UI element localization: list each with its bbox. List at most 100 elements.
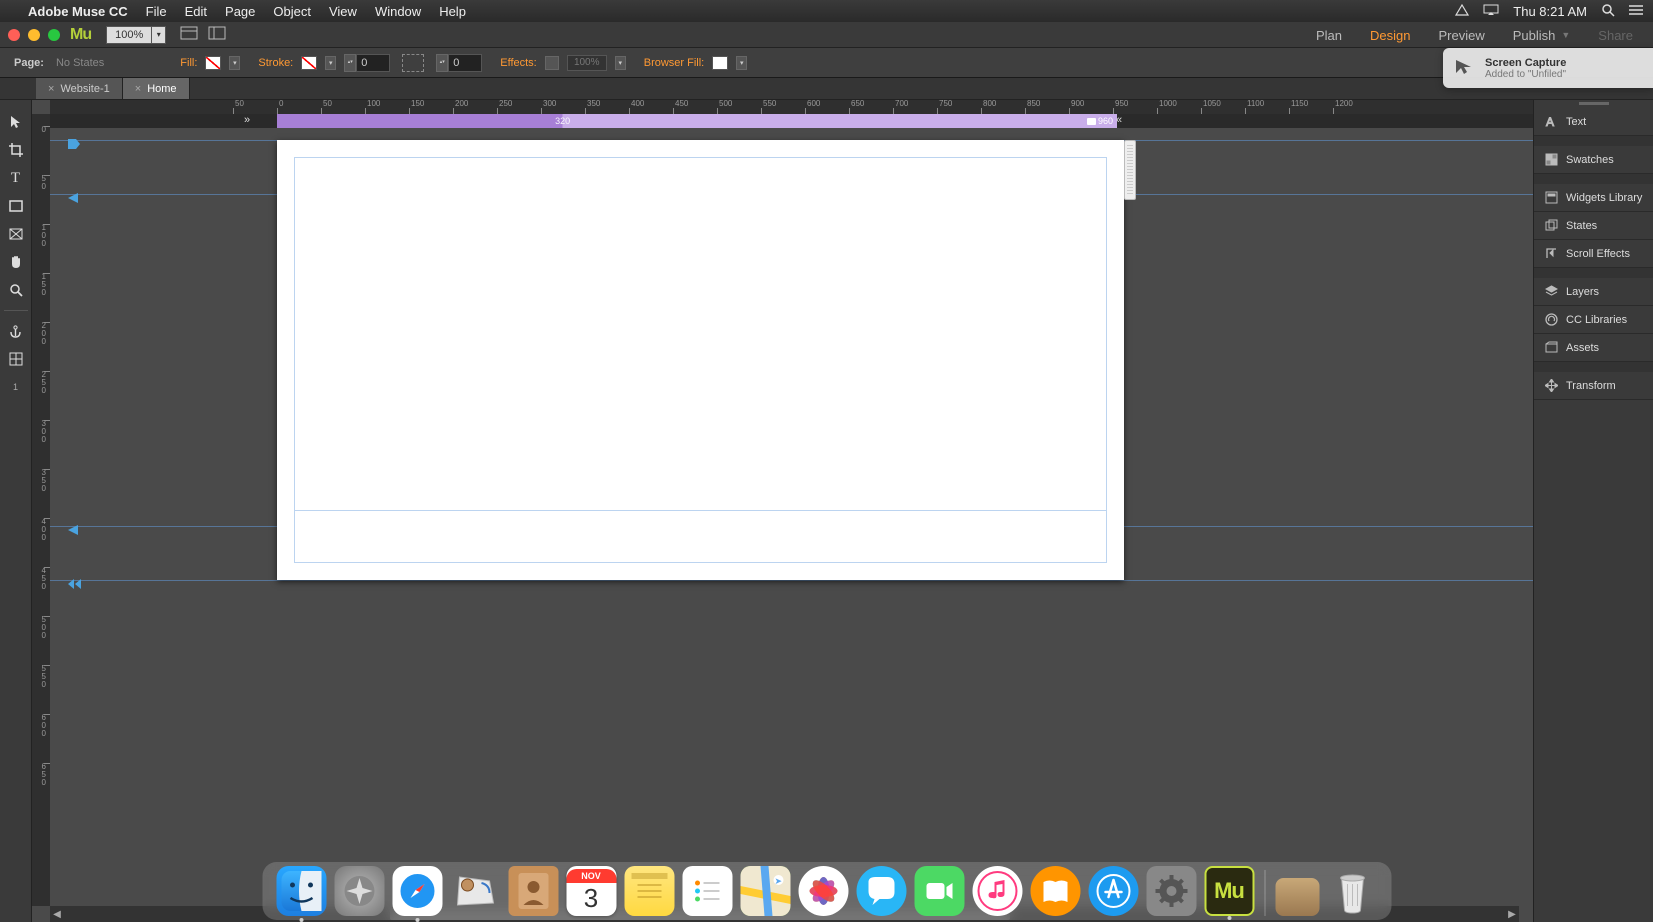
dock-itunes[interactable] bbox=[972, 866, 1022, 916]
zoom-window[interactable] bbox=[48, 29, 60, 41]
canvas-stage[interactable] bbox=[50, 128, 1533, 906]
vertical-ruler[interactable]: 050100150200250300350400450500550600650 bbox=[32, 114, 50, 906]
dock-preferences[interactable] bbox=[1146, 866, 1196, 916]
publish-dropdown[interactable]: ▼ bbox=[1561, 30, 1570, 40]
dock-downloads[interactable] bbox=[1275, 878, 1319, 916]
panel-text[interactable]: AText bbox=[1534, 108, 1653, 136]
guide-bottom[interactable] bbox=[50, 580, 1533, 581]
menu-help[interactable]: Help bbox=[439, 4, 466, 19]
zoom-level[interactable]: 100% ▾ bbox=[106, 26, 166, 44]
anchor-tool[interactable] bbox=[5, 321, 27, 341]
breakpoint-960[interactable]: 960 bbox=[1087, 116, 1113, 126]
dock-reminders[interactable] bbox=[682, 866, 732, 916]
dock-trash[interactable] bbox=[1327, 866, 1377, 916]
panel-cc-libraries[interactable]: CC Libraries bbox=[1534, 306, 1653, 334]
rectangle-tool[interactable] bbox=[5, 196, 27, 216]
panel-transform[interactable]: Transform bbox=[1534, 372, 1653, 400]
breakpoint-bar[interactable]: 320 960 bbox=[50, 114, 1533, 128]
dock-facetime[interactable] bbox=[914, 866, 964, 916]
close-tab-icon[interactable]: × bbox=[48, 83, 54, 95]
breakpoint-max-icon[interactable]: « bbox=[1116, 114, 1122, 126]
menu-edit[interactable]: Edit bbox=[185, 4, 207, 19]
stroke-dropdown[interactable]: ▾ bbox=[325, 56, 336, 70]
mode-publish[interactable]: Publish bbox=[1513, 28, 1556, 43]
dock-muse[interactable]: Mu bbox=[1204, 866, 1254, 916]
menu-file[interactable]: File bbox=[146, 4, 167, 19]
fill-swatch[interactable] bbox=[205, 56, 221, 70]
hand-tool[interactable] bbox=[5, 252, 27, 272]
panel-assets[interactable]: Assets bbox=[1534, 334, 1653, 362]
zoom-dropdown[interactable]: ▾ bbox=[152, 26, 166, 44]
frame-tool[interactable] bbox=[5, 224, 27, 244]
opacity-dropdown[interactable]: ▾ bbox=[615, 56, 626, 70]
mode-design[interactable]: Design bbox=[1370, 28, 1410, 43]
app-name[interactable]: Adobe Muse CC bbox=[28, 4, 128, 19]
minimize-window[interactable] bbox=[28, 29, 40, 41]
panel-states[interactable]: States bbox=[1534, 212, 1653, 240]
dock-photos[interactable] bbox=[798, 866, 848, 916]
close-window[interactable] bbox=[8, 29, 20, 41]
spotlight-icon[interactable] bbox=[1601, 3, 1615, 20]
guide-marker-icon[interactable] bbox=[68, 576, 80, 586]
status-icon[interactable] bbox=[1455, 4, 1469, 19]
menu-clock[interactable]: Thu 8:21 AM bbox=[1513, 4, 1587, 19]
dock-launchpad[interactable] bbox=[334, 866, 384, 916]
dock-calendar[interactable]: NOV3 bbox=[566, 866, 616, 916]
guide-marker-icon[interactable] bbox=[68, 136, 80, 146]
panel-layers[interactable]: Layers bbox=[1534, 278, 1653, 306]
zoom-value[interactable]: 100% bbox=[106, 26, 152, 44]
stroke-swatch[interactable] bbox=[301, 56, 317, 70]
menu-page[interactable]: Page bbox=[225, 4, 255, 19]
close-tab-icon[interactable]: × bbox=[135, 83, 141, 95]
browser-fill-dropdown[interactable]: ▾ bbox=[736, 56, 747, 70]
page-states[interactable]: No States bbox=[56, 57, 104, 69]
grid-tool[interactable] bbox=[5, 349, 27, 369]
scroll-right-icon[interactable]: ▶ bbox=[1505, 906, 1519, 922]
layout-icon-1[interactable] bbox=[180, 26, 198, 43]
scroll-left-icon[interactable]: ◀ bbox=[50, 906, 64, 922]
panel-scroll-effects[interactable]: Scroll Effects bbox=[1534, 240, 1653, 268]
dock-appstore[interactable] bbox=[1088, 866, 1138, 916]
selection-tool[interactable] bbox=[5, 112, 27, 132]
menu-object[interactable]: Object bbox=[273, 4, 311, 19]
zoom-tool[interactable] bbox=[5, 280, 27, 300]
dock-notes[interactable] bbox=[624, 866, 674, 916]
text-tool[interactable]: T bbox=[5, 168, 27, 188]
menu-window[interactable]: Window bbox=[375, 4, 421, 19]
guide-marker-icon[interactable] bbox=[68, 190, 80, 200]
opacity-value[interactable]: 100% bbox=[567, 55, 607, 71]
breakpoint-320[interactable]: 320 bbox=[555, 116, 570, 126]
airplay-icon[interactable] bbox=[1483, 4, 1499, 19]
breakpoint-min-icon[interactable]: » bbox=[244, 114, 250, 126]
horizontal-ruler[interactable]: 5005010015020025030035040045050055060065… bbox=[50, 100, 1533, 114]
corner-radius-input[interactable] bbox=[448, 54, 482, 72]
tab-website[interactable]: ×Website-1 bbox=[36, 78, 123, 99]
dock-safari[interactable] bbox=[392, 866, 442, 916]
effects-button[interactable] bbox=[545, 56, 559, 70]
mode-preview[interactable]: Preview bbox=[1438, 28, 1484, 43]
crop-tool[interactable] bbox=[5, 140, 27, 160]
guide-marker-icon[interactable] bbox=[68, 522, 80, 532]
page-canvas[interactable] bbox=[277, 140, 1124, 580]
dock-contacts[interactable] bbox=[508, 866, 558, 916]
corner-radius[interactable]: ▴▾ bbox=[436, 54, 482, 72]
browser-fill-swatch[interactable] bbox=[712, 56, 728, 70]
stroke-weight-input[interactable] bbox=[356, 54, 390, 72]
dock-finder[interactable] bbox=[276, 866, 326, 916]
mode-plan[interactable]: Plan bbox=[1316, 28, 1342, 43]
panel-widgets[interactable]: Widgets Library bbox=[1534, 184, 1653, 212]
notification-toast[interactable]: Screen Capture Added to "Unfiled" bbox=[1443, 48, 1653, 88]
menu-view[interactable]: View bbox=[329, 4, 357, 19]
tab-home[interactable]: ×Home bbox=[123, 78, 190, 99]
page-height-handle[interactable] bbox=[1124, 140, 1136, 200]
layout-icon-2[interactable] bbox=[208, 26, 226, 43]
dock-ibooks[interactable] bbox=[1030, 866, 1080, 916]
panel-swatches[interactable]: Swatches bbox=[1534, 146, 1653, 174]
menu-icon[interactable] bbox=[1629, 4, 1643, 19]
dock-messages[interactable] bbox=[856, 866, 906, 916]
dock-mail[interactable] bbox=[450, 866, 500, 916]
dock-maps[interactable]: ➤ bbox=[740, 866, 790, 916]
corner-selector[interactable] bbox=[402, 54, 424, 72]
fill-dropdown[interactable]: ▾ bbox=[229, 56, 240, 70]
stroke-weight[interactable]: ▴▾ bbox=[344, 54, 390, 72]
